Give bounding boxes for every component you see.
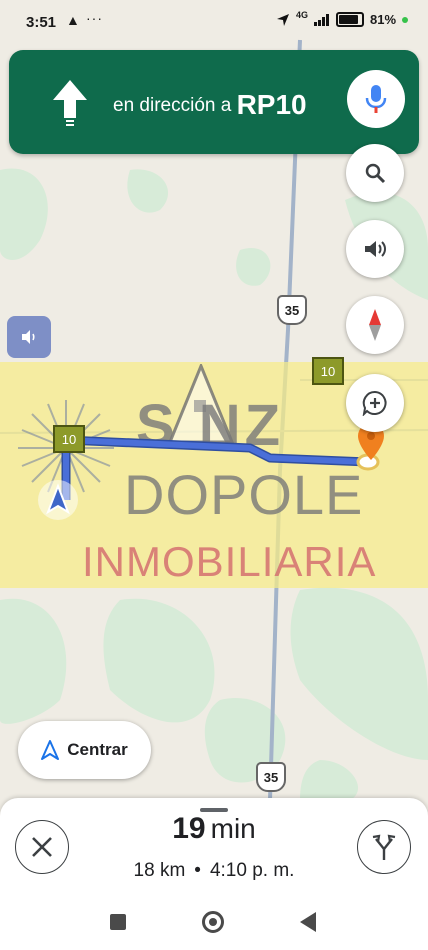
network-type: 4G	[295, 9, 308, 20]
arrival-time: 4:10 p. m.	[209, 860, 295, 881]
home-button[interactable]	[202, 911, 224, 933]
compass-button[interactable]	[346, 296, 404, 354]
navigation-banner[interactable]: en dirección a RP10	[9, 50, 419, 154]
road-badge-35: 35	[256, 762, 286, 792]
rp-badge-10: 10	[312, 357, 344, 385]
add-report-button[interactable]	[346, 374, 404, 432]
status-time: 3:51	[26, 14, 57, 31]
fork-routes-icon	[372, 834, 396, 860]
straight-arrow-icon	[53, 80, 87, 126]
status-bar: 3:51 ▲ ··· 4G 81%	[0, 0, 428, 44]
battery-percent: 81	[369, 12, 385, 27]
current-location-icon	[38, 480, 78, 520]
signal-icon	[313, 13, 329, 26]
duration-unit: min	[210, 813, 256, 844]
watermark-line-1: S NZ	[136, 393, 285, 458]
microphone-icon	[365, 85, 387, 113]
battery-percent-suffix: %	[384, 12, 396, 27]
more-notifications-icon: ···	[86, 10, 103, 26]
search-button[interactable]	[346, 144, 404, 202]
system-navigation-bar	[0, 898, 428, 950]
back-button[interactable]	[300, 912, 316, 932]
status-indicators: 4G 81%	[276, 9, 408, 27]
instruction-text: en dirección a	[113, 95, 232, 116]
recent-apps-button[interactable]	[110, 914, 126, 930]
compass-icon	[369, 309, 381, 341]
battery-icon	[335, 12, 364, 27]
recenter-label: Centrar	[67, 740, 128, 759]
navigation-instruction: en dirección a RP10	[113, 86, 307, 120]
trip-distance: 18 km	[133, 860, 186, 881]
search-icon	[365, 163, 386, 184]
privacy-dot-icon	[402, 16, 408, 23]
rp-badge-10: 10	[53, 425, 85, 453]
watermark-line-3: INMOBILIARIA	[82, 538, 377, 585]
trip-separator: •	[194, 860, 201, 881]
sound-on-icon	[22, 330, 35, 344]
volume-icon	[365, 241, 386, 257]
add-report-icon	[362, 390, 387, 416]
watermark-line-2: DOPOLE	[124, 463, 364, 526]
mute-toggle-button[interactable]	[7, 316, 51, 358]
recenter-button[interactable]: Centrar	[18, 721, 151, 779]
location-arrow-icon	[276, 13, 289, 26]
voice-search-button[interactable]	[347, 70, 405, 128]
navigation-arrow-icon	[41, 740, 60, 760]
road-badge-35: 35	[277, 295, 307, 325]
alternate-routes-button[interactable]	[357, 820, 411, 874]
navigation-status-icon: ▲	[66, 12, 80, 28]
instruction-road: RP10	[236, 89, 307, 120]
sound-button[interactable]	[346, 220, 404, 278]
duration-value: 19	[172, 812, 206, 845]
